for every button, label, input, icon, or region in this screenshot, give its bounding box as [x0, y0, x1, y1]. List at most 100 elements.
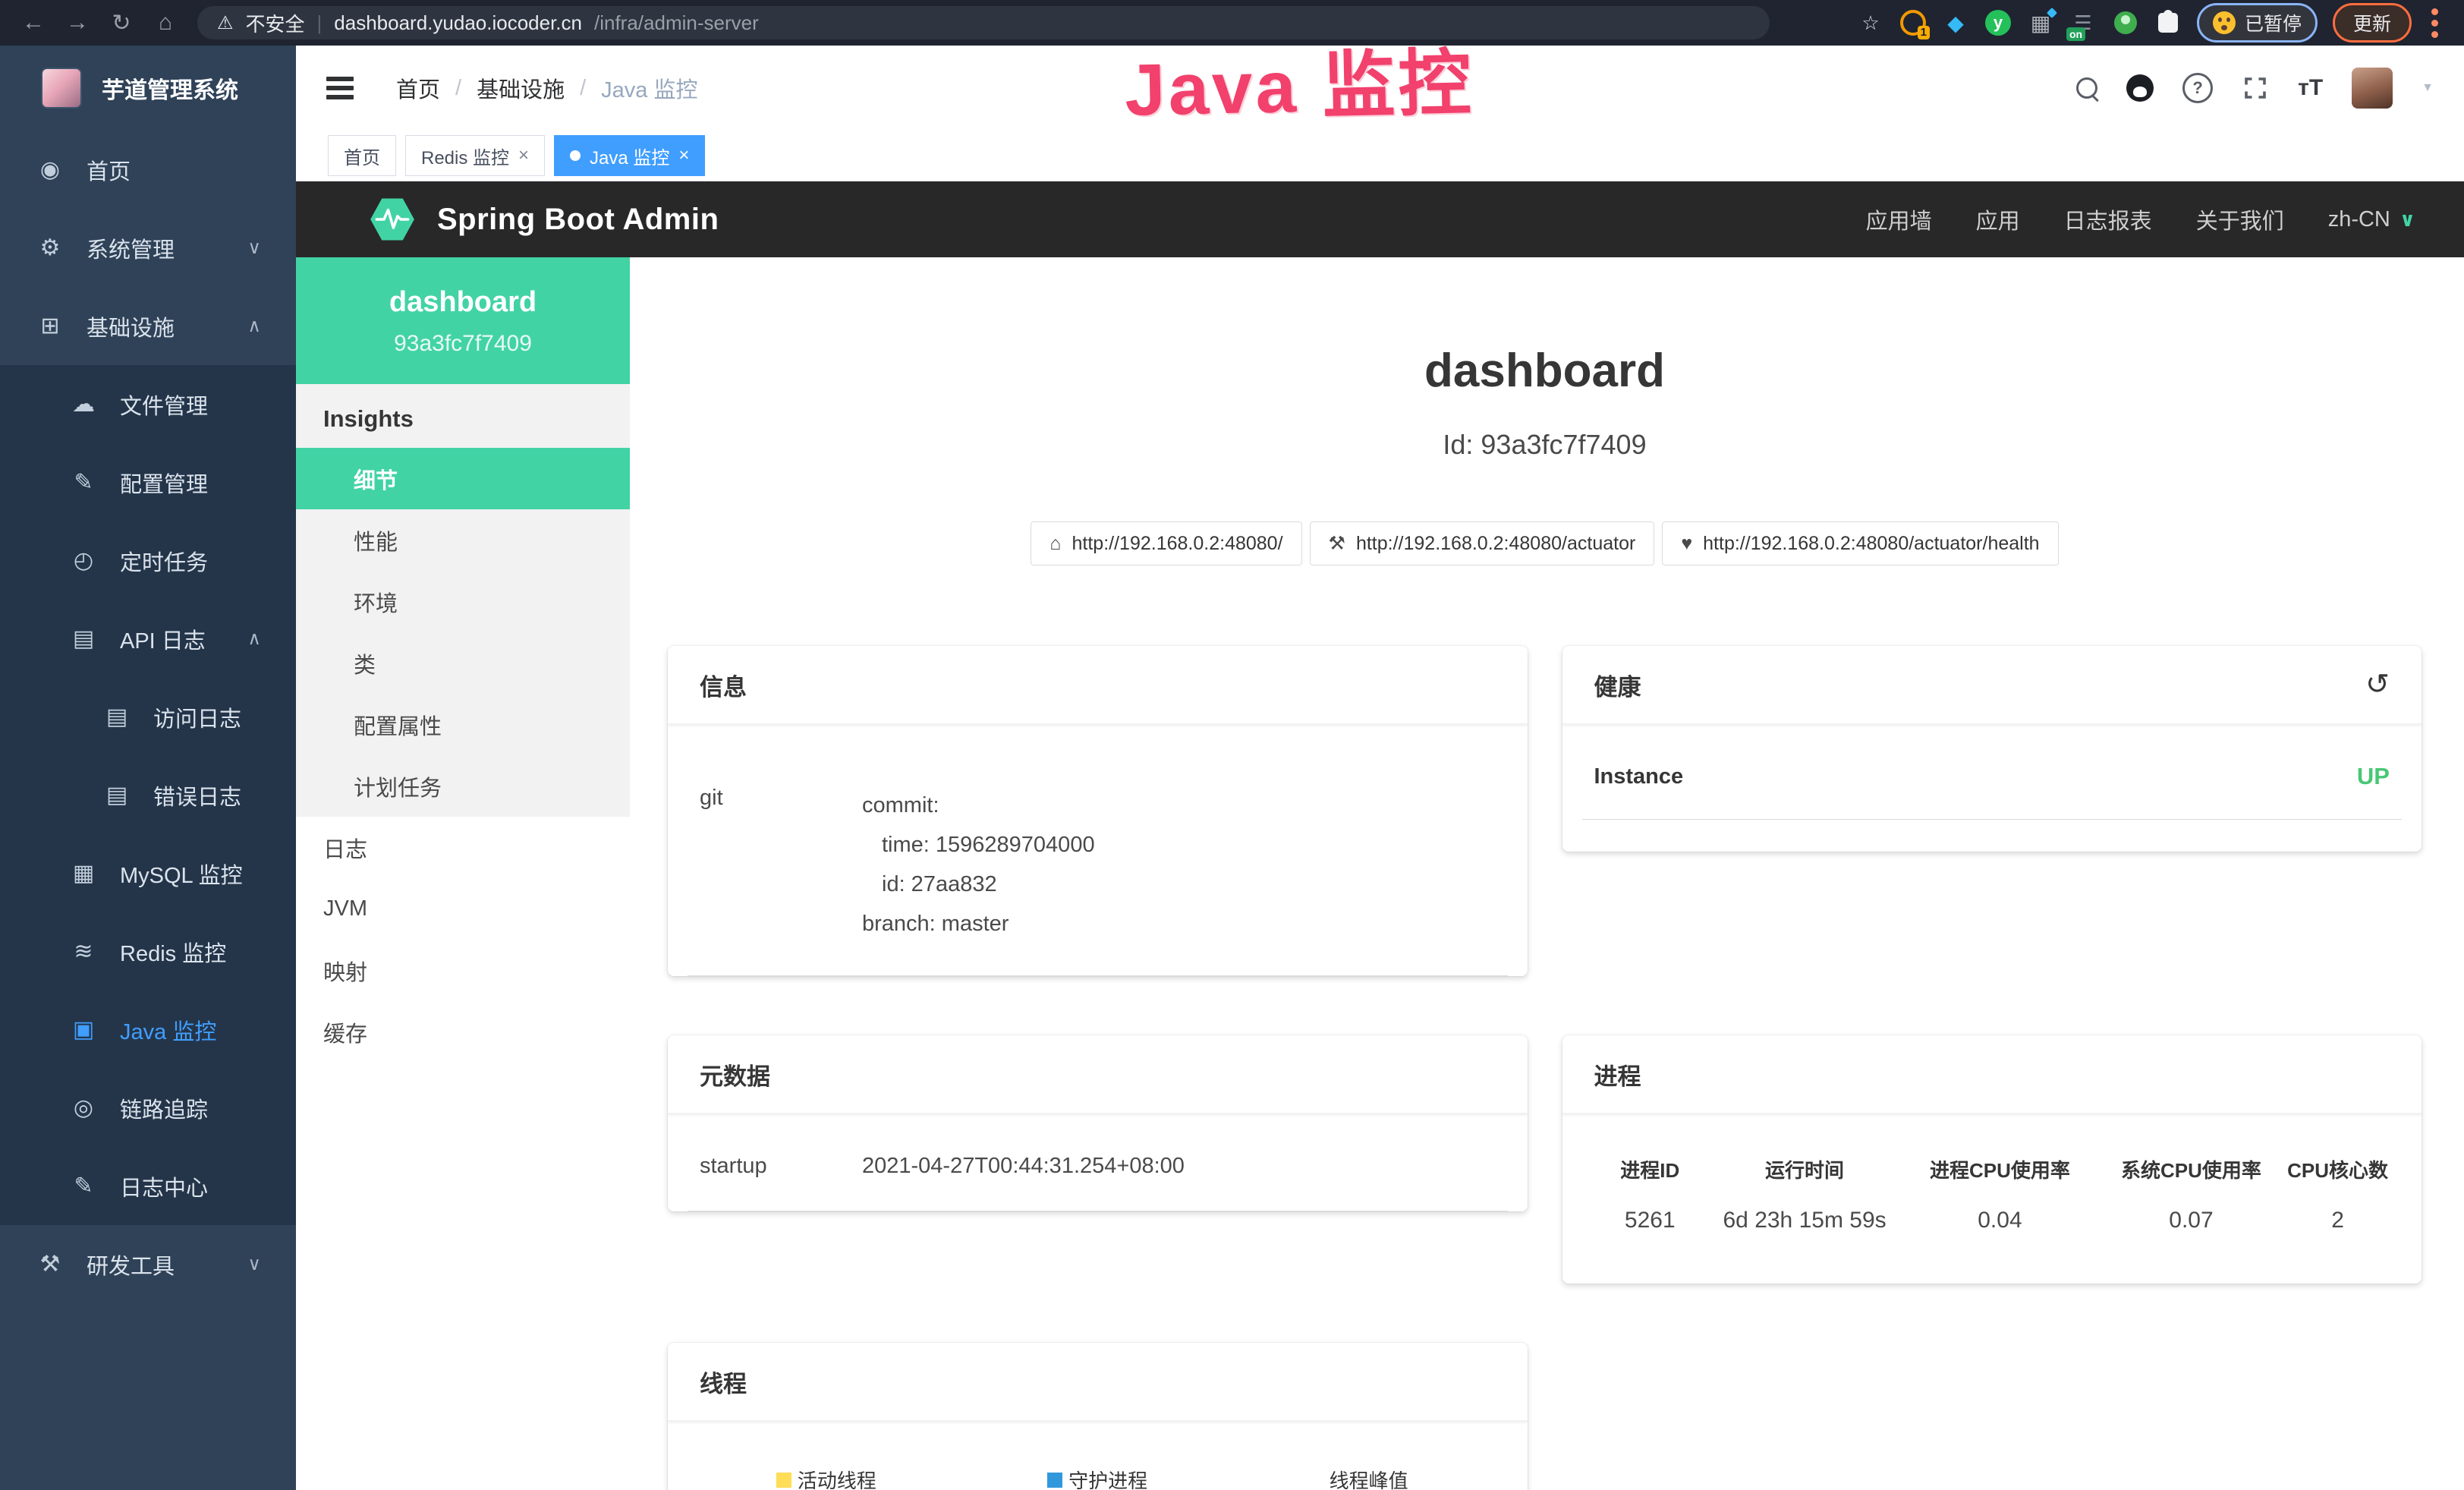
avatar-caret-icon[interactable]: ▼: [2422, 81, 2434, 95]
hamburger-icon[interactable]: [326, 86, 354, 90]
sba-item-caches[interactable]: 缓存: [296, 1001, 630, 1063]
sba-brand[interactable]: Spring Boot Admin: [367, 194, 719, 244]
sba-nav-wallboard[interactable]: 应用墙: [1866, 203, 1932, 235]
sba-nav-journal[interactable]: 日志报表: [2064, 203, 2152, 235]
tab-home[interactable]: 首页: [328, 135, 396, 176]
browser-back-button[interactable]: ←: [14, 6, 53, 39]
process-card: 进程 进程ID 运行时间 进程CPU使用率 系统CPU使用率 CPU核心数: [1562, 1035, 2422, 1284]
browser-forward-button[interactable]: →: [58, 6, 97, 39]
sidebar-item-access-log[interactable]: ▤ 访问日志: [0, 678, 296, 756]
sba-item-scheduled-tasks[interactable]: 计划任务: [296, 755, 630, 817]
timer-icon: ◴: [68, 547, 99, 574]
header-actions: ? тT ▼: [2076, 68, 2434, 109]
address-bar[interactable]: ⚠ 不安全 | dashboard.yudao.iocoder.cn/infra…: [197, 6, 1770, 39]
sba-locale-select[interactable]: zh-CN ∨: [2328, 207, 2415, 232]
extension-y-icon[interactable]: y: [1984, 9, 2012, 36]
sidebar-item-api-log[interactable]: ▤ API 日志 ∧: [0, 600, 296, 678]
profile-paused-badge[interactable]: 已暂停: [2197, 3, 2318, 43]
sba-nav-applications[interactable]: 应用: [1976, 203, 2020, 235]
sidebar-item-label: Java 监控: [120, 1014, 216, 1046]
active-dot-icon: [570, 150, 581, 161]
url-path: /infra/admin-server: [594, 11, 759, 35]
extension-refresh-icon[interactable]: 1: [1899, 9, 1927, 36]
breadcrumb: 首页 / 基础设施 / Java 监控: [396, 72, 697, 104]
fullscreen-icon[interactable]: [2242, 74, 2269, 102]
browser-update-button[interactable]: 更新: [2333, 3, 2412, 43]
sidebar-item-mysql[interactable]: ▦ MySQL 监控: [0, 834, 296, 912]
sba-item-metrics[interactable]: 性能: [296, 509, 630, 571]
github-icon[interactable]: [2126, 74, 2154, 102]
browser-home-button[interactable]: ⌂: [146, 6, 185, 39]
user-avatar[interactable]: [2352, 68, 2393, 109]
breadcrumb-current: Java 监控: [601, 72, 697, 104]
legend-label: 活动线程: [798, 1466, 876, 1490]
table-row: startup 2021-04-27T00:44:31.254+08:00: [688, 1114, 1508, 1211]
col-header: 系统CPU使用率: [2106, 1155, 2277, 1183]
sidebar-item-redis[interactable]: ≋ Redis 监控: [0, 912, 296, 991]
sba-item-details[interactable]: 细节: [296, 448, 630, 509]
process-header-row: 进程ID 运行时间 进程CPU使用率 系统CPU使用率 CPU核心数: [1585, 1155, 2399, 1183]
warning-icon: ⚠: [217, 12, 234, 34]
sba-nav-about[interactable]: 关于我们: [2196, 203, 2284, 235]
sidebar-item-config[interactable]: ✎ 配置管理: [0, 443, 296, 521]
history-icon[interactable]: ↺: [2365, 670, 2390, 699]
close-icon[interactable]: ×: [678, 145, 689, 166]
sidebar-item-infra[interactable]: ⊞ 基础设施 ∧: [0, 287, 296, 365]
sidebar-item-system[interactable]: ⚙ 系统管理 ∨: [0, 209, 296, 287]
sidebar-item-java-monitor[interactable]: ▣ Java 监控: [0, 991, 296, 1069]
browser-reload-button[interactable]: ↻: [102, 6, 141, 39]
sba-item-environment[interactable]: 环境: [296, 571, 630, 632]
sba-item-logs[interactable]: 日志: [296, 817, 630, 878]
tab-redis-monitor[interactable]: Redis 监控 ×: [405, 135, 545, 176]
info-card-body: git commit: time: 1596289704000 id: 27aa…: [668, 725, 1528, 976]
sba-item-configprops[interactable]: 配置属性: [296, 694, 630, 755]
col-header: 运行时间: [1715, 1155, 1894, 1183]
sidebar-item-label: 首页: [87, 154, 131, 186]
close-icon[interactable]: ×: [518, 145, 529, 166]
search-icon[interactable]: [2076, 77, 2097, 99]
health-url-button[interactable]: ♥ http://192.168.0.2:48080/actuator/heal…: [1662, 521, 2058, 565]
breadcrumb-infra[interactable]: 基础设施: [477, 72, 565, 104]
sba-item-jvm[interactable]: JVM: [296, 878, 630, 940]
actuator-url-button[interactable]: ⚒ http://192.168.0.2:48080/actuator: [1310, 521, 1655, 565]
browser-menu-dots-icon[interactable]: [2431, 20, 2438, 27]
help-icon[interactable]: ?: [2182, 73, 2213, 103]
info-key: git: [700, 786, 862, 943]
tab-java-monitor[interactable]: Java 监控 ×: [554, 135, 705, 176]
main-wrap: 首页 / 基础设施 / Java 监控 ? тT: [296, 46, 2464, 1490]
git-commit-line: commit:: [862, 786, 1095, 825]
sidebar-item-file[interactable]: ☁ 文件管理: [0, 365, 296, 443]
sidebar-item-home[interactable]: ◉ 首页: [0, 131, 296, 209]
service-url-button[interactable]: ⌂ http://192.168.0.2:48080/: [1031, 521, 1301, 565]
sba-insights-group: Insights 细节 性能 环境 类 配置属性 计划任务: [296, 384, 630, 817]
process-card-header: 进程: [1562, 1035, 2422, 1114]
page-subtitle: Id: 93a3fc7f7409: [668, 429, 2422, 461]
extension-adblock-icon[interactable]: ☰on: [2069, 9, 2097, 36]
dashboard-icon: ◉: [35, 156, 65, 183]
sba-item-mappings[interactable]: 映射: [296, 940, 630, 1001]
extension-pin-icon[interactable]: ◆: [1942, 9, 1969, 36]
sba-instance-header[interactable]: dashboard 93a3fc7f7409: [296, 257, 630, 384]
app-title: 芋道管理系统: [102, 71, 238, 105]
status-badge: UP: [2357, 763, 2390, 790]
git-branch-line: branch: master: [862, 904, 1095, 943]
profile-avatar-emoji: [2213, 11, 2236, 34]
extension-grid-icon[interactable]: ▦: [2027, 9, 2054, 36]
bookmark-star-icon[interactable]: ☆: [1857, 9, 1884, 36]
sba-item-classes[interactable]: 类: [296, 632, 630, 694]
sidebar-item-label: API 日志: [120, 623, 206, 655]
breadcrumb-home[interactable]: 首页: [396, 72, 440, 104]
extensions-puzzle-icon[interactable]: [2154, 9, 2182, 36]
cpu-cores-value: 2: [2277, 1208, 2399, 1233]
extension-leaf-icon[interactable]: [2112, 9, 2139, 36]
sidebar-item-log-center[interactable]: ✎ 日志中心: [0, 1147, 296, 1225]
sidebar-item-devtools[interactable]: ⚒ 研发工具 ∨: [0, 1225, 296, 1303]
sidebar-item-job[interactable]: ◴ 定时任务: [0, 521, 296, 600]
sidebar-item-error-log[interactable]: ▤ 错误日志: [0, 756, 296, 834]
sidebar-item-trace[interactable]: ◎ 链路追踪: [0, 1069, 296, 1147]
sidebar-item-label: 访问日志: [153, 701, 241, 733]
health-card: 健康 ↺ Instance UP: [1562, 646, 2422, 852]
font-size-icon[interactable]: тT: [2298, 75, 2323, 101]
col-header: CPU核心数: [2277, 1155, 2399, 1183]
cloud-upload-icon: ☁: [68, 391, 99, 417]
